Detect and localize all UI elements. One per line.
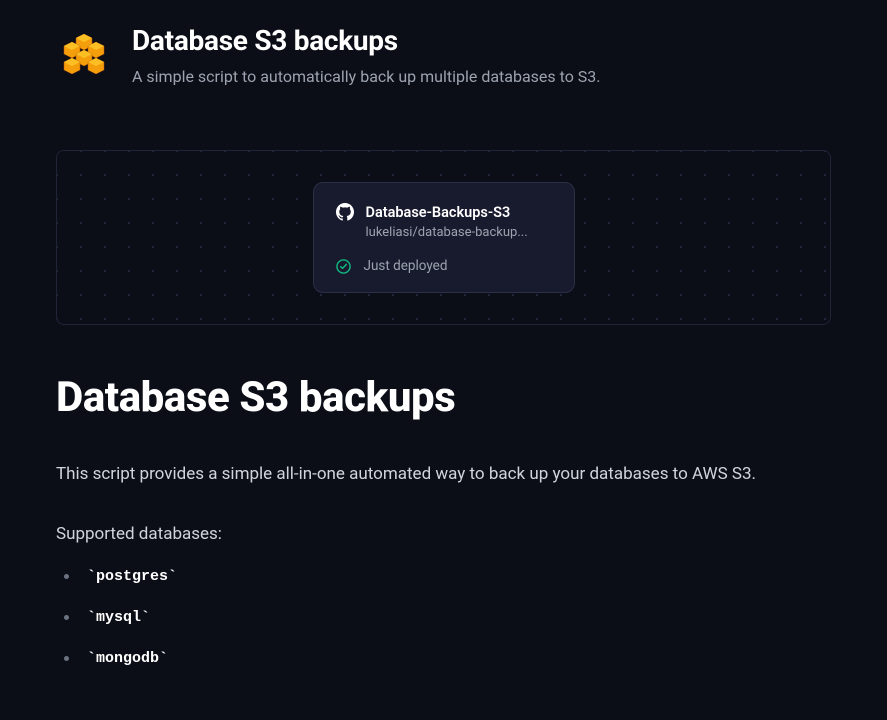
- db-name: `mysql`: [87, 609, 150, 626]
- card-status: Just deployed: [336, 258, 552, 274]
- card-header: Database-Backups-S3: [336, 203, 552, 221]
- database-list: `postgres` `mysql` `mongodb`: [56, 568, 831, 667]
- check-circle-icon: [336, 258, 352, 274]
- card-repo-name: Database-Backups-S3: [366, 204, 511, 221]
- main-title: Database S3 backups: [56, 373, 831, 422]
- aws-cubes-icon: [56, 30, 112, 86]
- deploy-card[interactable]: Database-Backups-S3 lukeliasi/database-b…: [313, 182, 575, 293]
- supported-label: Supported databases:: [56, 524, 831, 544]
- deploy-preview-panel: Database-Backups-S3 lukeliasi/database-b…: [56, 150, 831, 325]
- card-repo-path: lukeliasi/database-backup...: [366, 225, 552, 240]
- db-name: `mongodb`: [87, 650, 168, 667]
- header-text: Database S3 backups A simple script to a…: [132, 24, 831, 86]
- db-name: `postgres`: [87, 568, 177, 585]
- page-header: Database S3 backups A simple script to a…: [56, 24, 831, 86]
- card-status-text: Just deployed: [364, 258, 448, 274]
- github-icon: [336, 203, 354, 221]
- list-item: `postgres`: [64, 568, 831, 585]
- main-description: This script provides a simple all-in-one…: [56, 462, 831, 488]
- bullet-icon: [64, 656, 69, 661]
- list-item: `mongodb`: [64, 650, 831, 667]
- list-item: `mysql`: [64, 609, 831, 626]
- bullet-icon: [64, 615, 69, 620]
- header-subtitle: A simple script to automatically back up…: [132, 67, 831, 86]
- header-title: Database S3 backups: [132, 24, 831, 57]
- bullet-icon: [64, 574, 69, 579]
